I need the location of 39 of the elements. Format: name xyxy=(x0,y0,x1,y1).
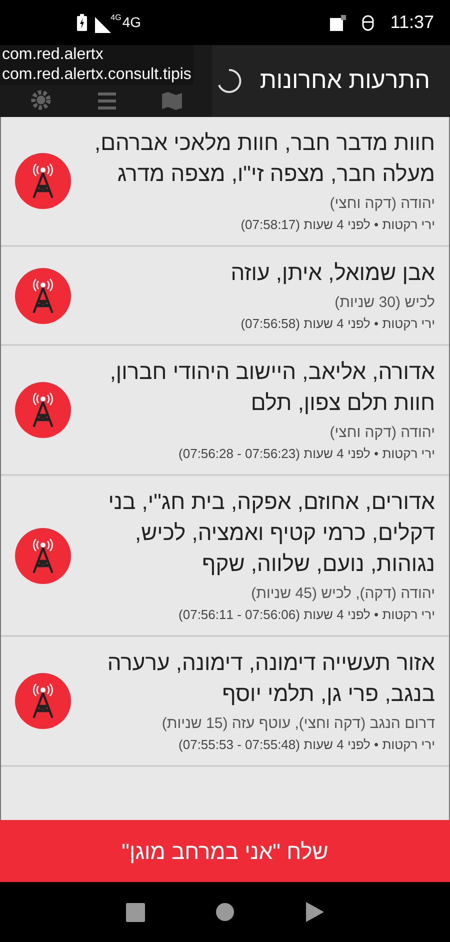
signal-icon xyxy=(94,17,111,33)
antenna-tower-icon xyxy=(15,673,71,729)
alert-details: ירי רקטות • לפני 4 שעות (07:56:58) xyxy=(240,315,435,333)
battery-charging-icon xyxy=(76,14,87,31)
alert-details: ירי רקטות • לפני 4 שעות (07:58:17) xyxy=(240,216,435,234)
network-label: 4G xyxy=(110,12,122,24)
recent-apps-icon[interactable] xyxy=(126,902,145,922)
alert-details: ירי רקטות • לפני 4 שעות (07:55:48 - 07:55:53) xyxy=(178,736,435,754)
alert-areas: דרום הנגב (דקה וחצי), עוטף עזה (15 שניות) xyxy=(83,713,435,735)
antenna-tower-icon xyxy=(15,268,71,324)
clock: 11:37 xyxy=(390,11,434,34)
alert-item[interactable]: אזור תעשייה דימונה, דימונה, ערערה בנגב, פרי גן, תלמי יוסף דרום הנגב (דקה וחצי), עוטף עזה (15 שניות) ירי רקטות • לפני 4 שעות (07:55:48 - 07:55:53) xyxy=(1,637,449,767)
debug-overlay-text: com.red.alertx.consult.tipis xyxy=(1,65,192,85)
sim-card-icon xyxy=(330,14,346,30)
alert-areas: יהודה (דקה וחצי) xyxy=(83,193,435,215)
alert-places: אבן שמואל, איתן, עוזה xyxy=(230,259,435,287)
alert-details: ירי רקטות • לפני 4 שעות (07:56:06 - 07:56:11) xyxy=(178,606,435,624)
alert-places: אדורה, אליאב, היישוב היהודי חברון, חוות תלם צפון, תלם xyxy=(108,358,435,417)
alert-item[interactable]: חוות מדבר חבר, חוות מלאכי אברהם, מעלה חבר, מצפה זי"ו, מצפה מדרג יהודה (דקה וחצי) ירי רקטות • לפני 4 שעות (07:58:17) xyxy=(1,117,449,247)
alert-details: ירי רקטות • לפני 4 שעות (07:56:23 - 07:56:28) xyxy=(178,445,435,463)
screen-title: התרעות אחרונות xyxy=(258,66,431,96)
alert-areas: יהודה (דקה וחצי) xyxy=(83,422,435,444)
alert-places: אזור תעשייה דימונה, דימונה, ערערה בנגב, פרי גן, תלמי יוסף xyxy=(106,649,435,708)
antenna-tower-icon xyxy=(15,153,71,209)
debug-overlay-text: com.red.alertx xyxy=(1,45,104,65)
alert-areas: יהודה (דקה), לכיש (45 שניות) xyxy=(83,583,435,605)
antenna-tower-icon xyxy=(15,528,71,584)
network-type: 4G xyxy=(122,13,141,32)
back-icon[interactable] xyxy=(306,902,324,922)
alert-places: אדורים, אחוזם, אפקה, בית חג"י, בני דקלים, כרמי קטיף ואמציה, לכיש, נגוהות, נועם, שלווה, שקף xyxy=(107,488,435,578)
alert-item[interactable]: אדורים, אחוזם, אפקה, בית חג"י, בני דקלים, כרמי קטיף ואמציה, לכיש, נגוהות, נועם, שלווה, שקף יהודה (דקה), לכיש (45 שניות) ירי רקטות • לפני 4 שעות (07:56:06 - 07:56:11) xyxy=(1,476,449,637)
alert-places: חוות מדבר חבר, חוות מלאכי אברהם, מעלה חבר, מצפה זי"ו, מצפה מדרג xyxy=(93,129,435,188)
loading-spinner-icon xyxy=(216,68,242,94)
antenna-tower-icon xyxy=(15,382,71,438)
alert-areas: לכיש (30 שניות) xyxy=(83,292,435,314)
safe-space-button[interactable]: שלח "אני במרחב מוגן" xyxy=(0,820,450,882)
alert-item[interactable]: אבן שמואל, איתן, עוזה לכיש (30 שניות) ירי רקטות • לפני 4 שעות (07:56:58) xyxy=(1,247,449,346)
home-icon[interactable] xyxy=(216,903,234,921)
alert-item[interactable]: אדורה, אליאב, היישוב היהודי חברון, חוות תלם צפון, תלם יהודה (דקה וחצי) ירי רקטות • לפני 4 שעות (07:56:23 - 07:56:28) xyxy=(1,346,449,476)
